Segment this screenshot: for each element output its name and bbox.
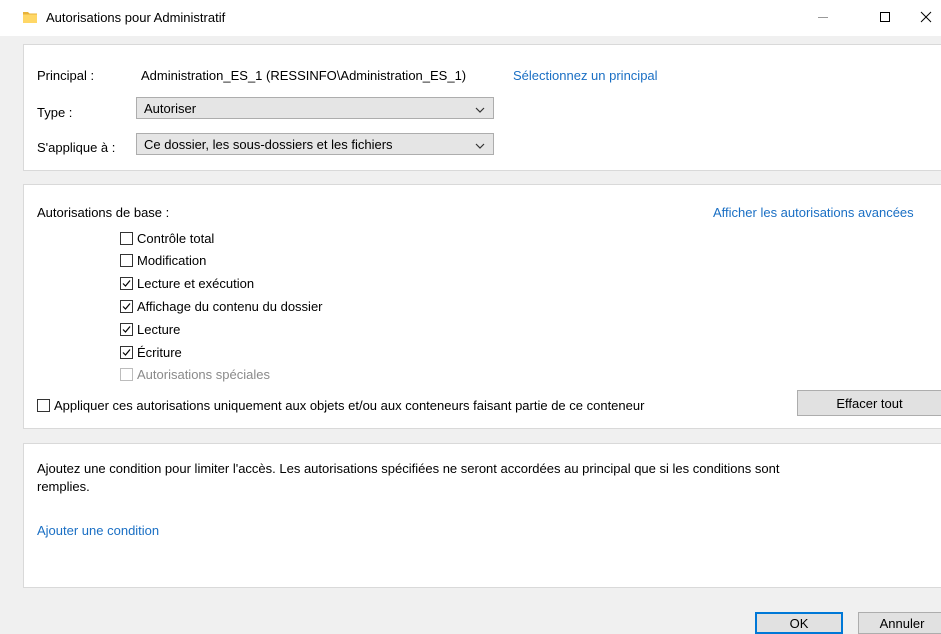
- permission-label: Lecture et exécution: [137, 276, 255, 292]
- permission-row: Autorisations spéciales: [120, 365, 270, 385]
- chevron-down-icon: [475, 103, 485, 113]
- apply-only-label: Appliquer ces autorisations uniquement a…: [54, 398, 645, 413]
- permission-row[interactable]: Lecture et exécution: [120, 274, 254, 294]
- maximize-button[interactable]: [862, 2, 908, 34]
- select-principal-link[interactable]: Sélectionnez un principal: [513, 68, 658, 83]
- applies-to-label: S'applique à :: [37, 140, 116, 155]
- dialog-content: Principal : Administration_ES_1 (RESSINF…: [0, 36, 941, 604]
- permission-label: Autorisations spéciales: [137, 367, 270, 383]
- applies-to-dropdown[interactable]: Ce dossier, les sous-dossiers et les fic…: [136, 133, 494, 155]
- type-dropdown[interactable]: Autoriser: [136, 97, 494, 119]
- permission-label: Contrôle total: [137, 230, 215, 246]
- check-icon: [122, 280, 131, 287]
- permission-checkbox[interactable]: [120, 299, 133, 313]
- apply-only-row[interactable]: Appliquer ces autorisations uniquement a…: [37, 398, 644, 413]
- principal-value: Administration_ES_1 (RESSINFO\Administra…: [141, 68, 467, 83]
- permission-row[interactable]: Lecture: [120, 319, 180, 339]
- window-title: Autorisations pour Administratif: [46, 10, 226, 25]
- permission-row[interactable]: Écriture: [120, 342, 182, 362]
- condition-description-line1: Ajoutez une condition pour limiter l'acc…: [37, 461, 780, 476]
- permission-row[interactable]: Contrôle total: [120, 228, 214, 248]
- basic-permissions-title: Autorisations de base :: [37, 205, 170, 220]
- permission-checkbox: [120, 368, 133, 382]
- cancel-label: Annuler: [879, 615, 925, 631]
- permission-label: Modification: [137, 253, 207, 269]
- clear-all-button[interactable]: Effacer tout: [797, 390, 941, 416]
- minimize-button[interactable]: [800, 2, 846, 34]
- close-icon: [920, 11, 932, 26]
- permission-label: Écriture: [137, 344, 182, 360]
- permission-row[interactable]: Modification: [120, 251, 206, 271]
- permission-checkbox[interactable]: [120, 254, 133, 268]
- permission-checkbox[interactable]: [120, 322, 133, 336]
- principal-panel: Principal : Administration_ES_1 (RESSINF…: [23, 44, 941, 171]
- clear-all-label: Effacer tout: [836, 395, 903, 411]
- check-icon: [122, 325, 131, 333]
- permission-row[interactable]: Affichage du contenu du dossier: [120, 296, 323, 316]
- apply-only-checkbox[interactable]: [37, 399, 50, 412]
- permission-label: Lecture: [137, 321, 181, 337]
- cancel-button[interactable]: Annuler: [858, 612, 941, 634]
- permission-checkbox[interactable]: [120, 345, 133, 359]
- permission-checkbox[interactable]: [120, 231, 133, 245]
- minimize-icon: [817, 11, 829, 26]
- permission-label: Affichage du contenu du dossier: [137, 298, 323, 314]
- add-condition-link[interactable]: Ajouter une condition: [37, 523, 159, 538]
- ok-button[interactable]: OK: [755, 612, 843, 634]
- permission-checkbox[interactable]: [120, 277, 133, 291]
- ok-label: OK: [789, 615, 809, 631]
- principal-label: Principal :: [37, 68, 95, 83]
- condition-description-line2: remplies.: [37, 479, 90, 494]
- basic-permissions-panel: Autorisations de base : Afficher les aut…: [23, 184, 941, 429]
- type-label: Type :: [37, 105, 73, 120]
- title-bar: Autorisations pour Administratif: [0, 0, 941, 36]
- folder-icon: [22, 9, 38, 25]
- type-selected-value: Autoriser: [144, 101, 197, 116]
- close-button[interactable]: [920, 2, 941, 34]
- advanced-permissions-link[interactable]: Afficher les autorisations avancées: [713, 205, 914, 220]
- check-icon: [122, 348, 131, 356]
- condition-panel: Ajoutez une condition pour limiter l'acc…: [23, 443, 941, 588]
- chevron-down-icon: [475, 139, 485, 149]
- maximize-icon: [879, 11, 891, 26]
- check-icon: [122, 303, 131, 310]
- applies-to-selected-value: Ce dossier, les sous-dossiers et les fic…: [144, 137, 393, 152]
